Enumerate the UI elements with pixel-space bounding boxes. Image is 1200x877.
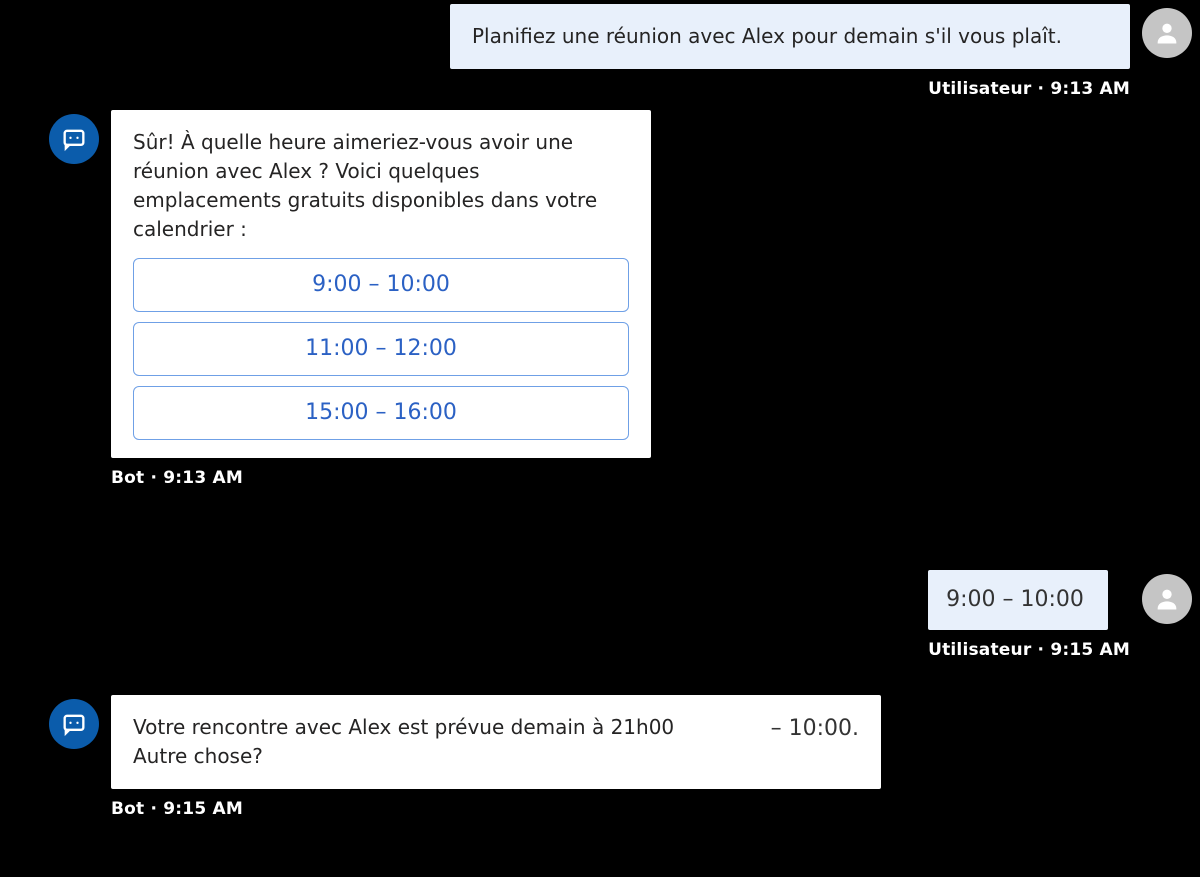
bot-message-2: Votre rencontre avec Alex est prévue dem… bbox=[111, 695, 881, 789]
user-message-2: 9:00 – 10:00 bbox=[928, 570, 1108, 630]
time-slot-option-2[interactable]: 11:00 – 12:00 bbox=[133, 322, 629, 376]
bot-avatar-icon bbox=[49, 114, 99, 164]
time-slot-list: 9:00 – 10:00 11:00 – 12:00 15:00 – 16:00 bbox=[133, 258, 629, 440]
user-message-1-meta: Utilisateur · 9:13 AM bbox=[928, 79, 1130, 99]
bot-message-2-text: Votre rencontre avec Alex est prévue dem… bbox=[133, 713, 693, 771]
time-slot-option-1[interactable]: 9:00 – 10:00 bbox=[133, 258, 629, 312]
bot-message-2-extra: – 10:00. bbox=[771, 713, 859, 745]
user-avatar-icon bbox=[1142, 574, 1192, 624]
time-slot-option-3[interactable]: 15:00 – 16:00 bbox=[133, 386, 629, 440]
bot-message-1-meta: Bot · 9:13 AM bbox=[111, 468, 243, 488]
user-avatar-icon bbox=[1142, 8, 1192, 58]
bot-message-1-text: Sûr! À quelle heure aimeriez-vous avoir … bbox=[133, 128, 629, 244]
user-message-2-meta: Utilisateur · 9:15 AM bbox=[928, 640, 1130, 660]
user-message-1: Planifiez une réunion avec Alex pour dem… bbox=[450, 4, 1130, 69]
bot-avatar-icon bbox=[49, 699, 99, 749]
bot-message-1: Sûr! À quelle heure aimeriez-vous avoir … bbox=[111, 110, 651, 458]
bot-message-2-meta: Bot · 9:15 AM bbox=[111, 799, 243, 819]
